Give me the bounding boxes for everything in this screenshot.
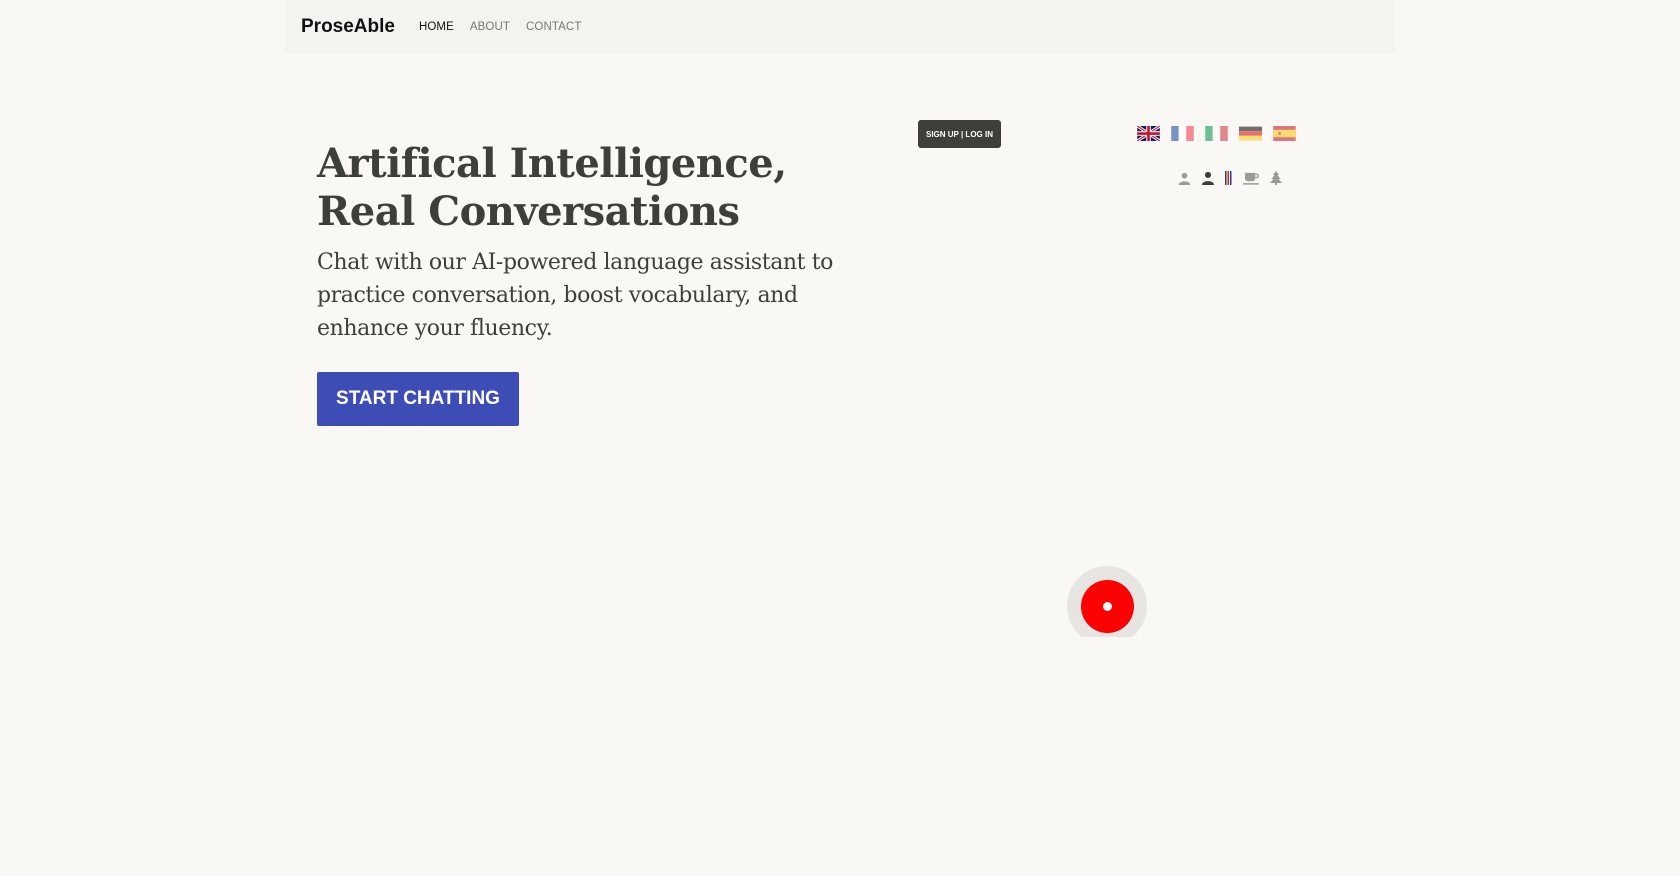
- germany-flag-icon[interactable]: [1239, 126, 1262, 141]
- person-dark-icon[interactable]: [1201, 171, 1215, 185]
- hero-subtitle: Chat with our AI-powered language assist…: [317, 250, 834, 341]
- navbar: ProseAble HOME ABOUT CONTACT: [285, 0, 1395, 53]
- uk-flag-icon[interactable]: [1137, 126, 1160, 141]
- record-button[interactable]: [1081, 580, 1134, 633]
- settings-icons: [1178, 171, 1282, 185]
- start-chatting-button[interactable]: START CHATTING: [317, 372, 519, 426]
- hero-title: Artifical Intelligence, Real Conversatio…: [317, 140, 877, 236]
- italy-flag-icon[interactable]: [1205, 126, 1228, 141]
- nav-links: HOME ABOUT CONTACT: [419, 21, 581, 33]
- record-dot-icon: [1103, 602, 1112, 611]
- hero-title-line1: Artifical Intelligence,: [317, 140, 787, 187]
- brand-logo[interactable]: ProseAble: [301, 16, 395, 38]
- nav-home[interactable]: HOME: [419, 21, 454, 33]
- tree-icon[interactable]: [1270, 171, 1282, 185]
- hero-title-line2: Real Conversations: [317, 188, 740, 235]
- nav-about[interactable]: ABOUT: [470, 21, 510, 33]
- signup-login-button[interactable]: SIGN UP | LOG IN: [918, 120, 1001, 148]
- stripes-icon[interactable]: [1225, 171, 1233, 185]
- nav-contact[interactable]: CONTACT: [526, 21, 581, 33]
- france-flag-icon[interactable]: [1171, 126, 1194, 141]
- record-widget: [1067, 566, 1147, 637]
- spain-flag-icon[interactable]: [1273, 126, 1296, 141]
- language-selector: [1137, 126, 1296, 141]
- person-light-icon[interactable]: [1178, 172, 1191, 185]
- coffee-cup-icon[interactable]: [1243, 172, 1260, 185]
